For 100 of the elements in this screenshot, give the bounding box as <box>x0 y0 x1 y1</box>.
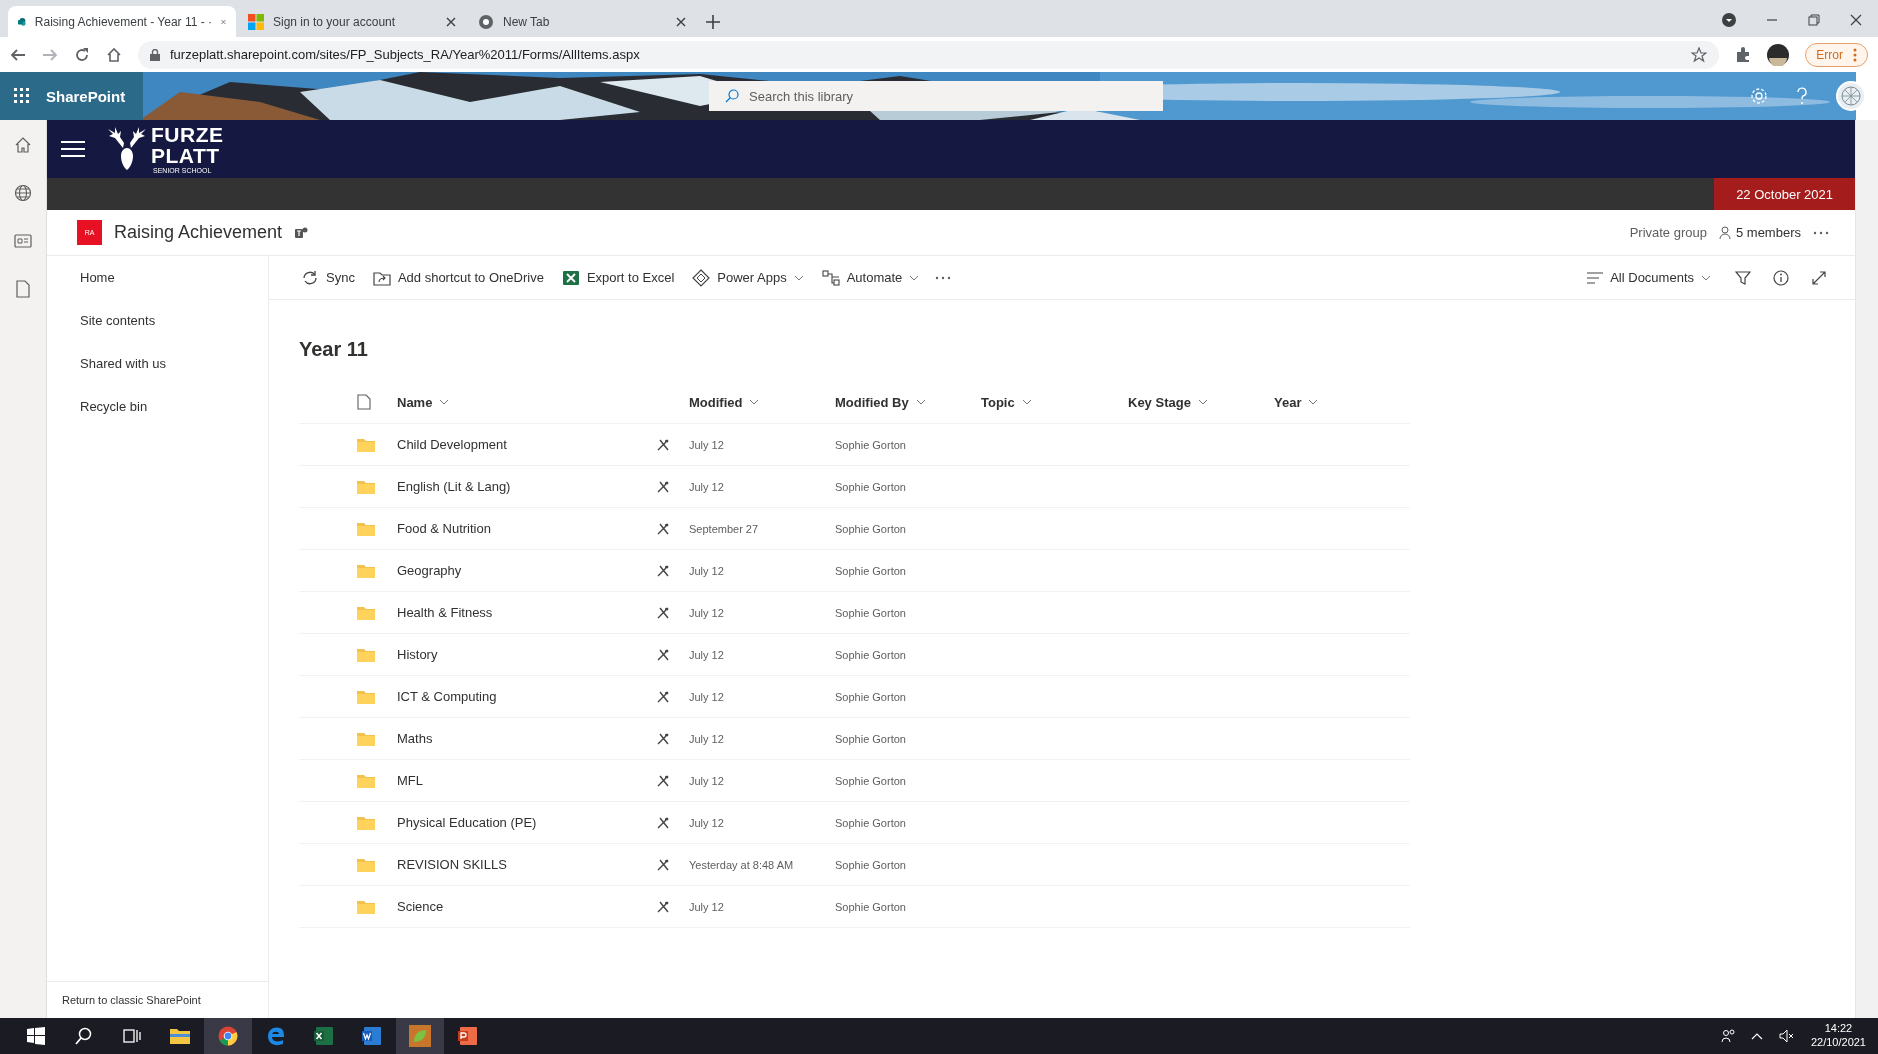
browser-tab[interactable]: New Tab <box>468 6 696 37</box>
word-icon <box>362 1026 382 1046</box>
folder-name[interactable]: Child Development <box>397 437 507 452</box>
search-icon <box>75 1027 93 1045</box>
profile-error-button[interactable]: Error <box>1805 42 1868 67</box>
folder-icon <box>357 689 375 704</box>
column-header[interactable]: Modified By <box>835 394 909 410</box>
chevron-down-icon <box>909 274 920 281</box>
menu-icon[interactable] <box>61 140 85 158</box>
browser-tab[interactable]: Sign in to your account <box>238 6 466 37</box>
sync-icon <box>301 268 319 287</box>
avatar-icon[interactable] <box>1767 43 1790 66</box>
search-field[interactable]: Search this library <box>709 81 1163 111</box>
folder-name[interactable]: ICT & Computing <box>397 689 497 704</box>
puzzle-icon[interactable] <box>1735 46 1752 63</box>
waffle-icon[interactable] <box>14 88 30 104</box>
scrollbar[interactable] <box>1855 120 1878 1018</box>
view-selector[interactable]: All Documents <box>1585 266 1713 289</box>
members-button[interactable]: 5 members <box>1718 225 1801 240</box>
site-title[interactable]: Raising Achievement <box>114 222 283 243</box>
modified-by: Sophie Gorton <box>835 732 906 745</box>
chrome-icon <box>218 1026 238 1046</box>
privacy-label: Private group <box>1629 225 1707 240</box>
address-url[interactable]: furzeplatt.sharepoint.com/sites/FP_Subjects_RA/Year%2011/Forms/AllItems.aspx <box>170 47 640 62</box>
folder-icon <box>357 773 375 788</box>
command-button[interactable]: Sync <box>299 264 357 291</box>
close-icon[interactable] <box>676 16 686 27</box>
home-icon[interactable] <box>14 136 32 154</box>
settings-icon[interactable] <box>1750 87 1768 105</box>
command-button[interactable]: Power Apps <box>690 264 806 291</box>
close-icon[interactable] <box>1850 14 1862 26</box>
folder-name[interactable]: History <box>397 647 438 662</box>
close-icon[interactable] <box>446 16 456 27</box>
modified-date: July 12 <box>689 690 724 703</box>
folder-icon <box>357 563 375 578</box>
reload-icon[interactable] <box>74 46 90 63</box>
folder-name[interactable]: Science <box>397 899 444 914</box>
muted-speaker-icon[interactable] <box>1778 1029 1795 1043</box>
nav-link[interactable]: Shared with us <box>47 342 268 385</box>
modified-by: Sophie Gorton <box>835 480 906 493</box>
column-header[interactable]: Topic <box>981 394 1015 410</box>
lock-icon <box>150 48 160 61</box>
modified-by: Sophie Gorton <box>835 774 906 787</box>
modified-date: July 12 <box>689 816 724 829</box>
help-icon[interactable] <box>1796 87 1808 105</box>
chevron-up-icon[interactable] <box>1750 1032 1763 1040</box>
modified-by: Sophie Gorton <box>835 648 906 661</box>
folder-icon <box>357 479 375 494</box>
command-button[interactable]: Add shortcut to OneDrive <box>370 264 546 291</box>
browser-tab[interactable]: Raising Achievement - Year 11 - · <box>8 6 236 37</box>
new-tab-icon[interactable] <box>706 15 720 29</box>
folder-name[interactable]: MFL <box>397 773 423 788</box>
folder-icon <box>357 605 375 620</box>
excel-icon <box>314 1026 334 1046</box>
app-name[interactable]: SharePoint <box>46 87 126 105</box>
folder-icon <box>357 437 375 452</box>
filter-icon[interactable] <box>1735 269 1751 286</box>
expand-icon[interactable] <box>1811 269 1827 286</box>
profile-dot-icon <box>1722 13 1736 27</box>
star-icon[interactable] <box>1691 46 1708 63</box>
modified-by: Sophie Gorton <box>835 900 906 913</box>
command-button[interactable]: Automate <box>819 264 922 291</box>
nav-link[interactable]: Site contents <box>47 299 268 342</box>
nav-link[interactable]: Recycle bin <box>47 385 268 428</box>
nav-link[interactable]: Home <box>47 256 268 299</box>
folder-name[interactable]: Maths <box>397 731 433 746</box>
back-icon[interactable] <box>10 46 26 63</box>
info-icon[interactable] <box>1773 269 1789 286</box>
library-title: Year 11 <box>299 338 369 361</box>
column-header[interactable]: Key Stage <box>1128 394 1191 410</box>
command-button[interactable]: Export to Excel <box>559 264 677 291</box>
folder-icon <box>357 647 375 662</box>
powerpoint-icon <box>458 1026 478 1046</box>
more-icon[interactable] <box>1813 230 1829 235</box>
people-icon[interactable] <box>1720 1029 1735 1043</box>
file-icon[interactable] <box>15 280 31 298</box>
modified-by: Sophie Gorton <box>835 816 906 829</box>
column-header[interactable]: Modified <box>689 394 743 410</box>
modified-by: Sophie Gorton <box>835 690 906 703</box>
modified-by: Sophie Gorton <box>835 522 906 535</box>
home-icon[interactable] <box>106 46 122 63</box>
folder-name[interactable]: Food & Nutrition <box>397 521 491 536</box>
modified-date: July 12 <box>689 774 724 787</box>
modified-date: July 12 <box>689 606 724 619</box>
news-icon[interactable] <box>14 232 32 250</box>
chevron-down-icon <box>1701 274 1711 281</box>
restore-icon[interactable] <box>1808 14 1820 26</box>
folder-name[interactable]: REVISION SKILLS <box>397 857 507 872</box>
modified-date: July 12 <box>689 480 724 493</box>
column-header[interactable]: Year <box>1274 394 1302 410</box>
file-type-icon[interactable] <box>357 394 371 410</box>
folder-name[interactable]: Geography <box>397 563 462 578</box>
column-header[interactable]: Name <box>397 394 433 410</box>
folder-name[interactable]: Physical Education (PE) <box>397 815 537 830</box>
folder-name[interactable]: Health & Fitness <box>397 605 493 620</box>
more-icon[interactable] <box>935 275 952 280</box>
chevron-down-icon <box>793 274 804 281</box>
taskbar-clock[interactable]: 14:22 22/10/2021 <box>1810 1022 1866 1050</box>
task-view-icon <box>123 1027 141 1045</box>
folder-name[interactable]: English (Lit & Lang) <box>397 479 511 494</box>
